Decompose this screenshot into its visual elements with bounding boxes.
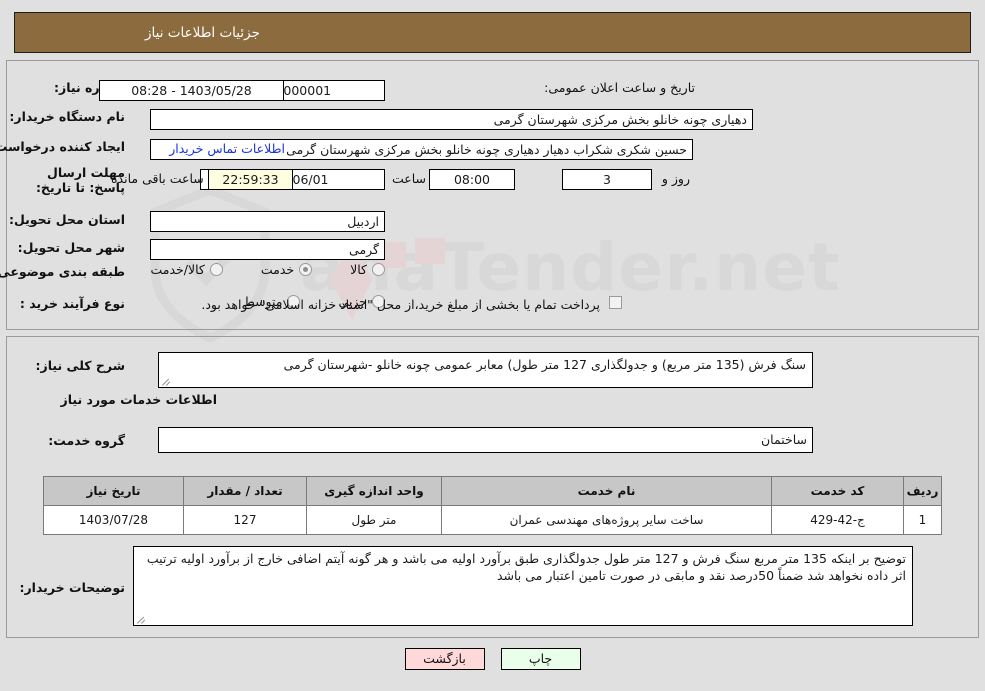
notes-resize-grip-icon[interactable] [136, 614, 146, 624]
cell-need-date: 1403/07/28 [43, 505, 184, 535]
col-row-no: ردیف [903, 476, 942, 506]
announce-datetime-label-row: تاریخ و ساعت اعلان عمومی: [544, 80, 695, 95]
col-service-name: نام خدمت [441, 476, 772, 506]
radio-kala-icon[interactable] [372, 263, 385, 276]
province-field[interactable]: اردبیل [150, 211, 385, 232]
description-value: سنگ فرش (135 متر مربع) و جدولگذاری 127 م… [283, 357, 806, 372]
resize-grip-icon[interactable] [161, 376, 171, 386]
col-quantity: تعداد / مقدار [183, 476, 307, 506]
category-option-label-2: کالا/خدمت [150, 262, 205, 277]
bottom-button-bar: چاپ بازگشت [0, 648, 985, 670]
buyer-notes-value: توضیح بر اینکه 135 متر مربع سنگ فرش و 12… [146, 551, 906, 583]
category-option-label-1: خدمت [260, 262, 295, 277]
deadline-label-row: مهلت ارسال پاسخ: تا تاریخ: [7, 165, 125, 195]
remaining-time-label: ساعت باقی مانده [111, 171, 204, 186]
announce-datetime-field[interactable]: 1403/05/28 - 08:28 [99, 80, 284, 101]
category-option-kala[interactable]: کالا [350, 262, 385, 277]
announce-datetime-label: تاریخ و ساعت اعلان عمومی: [544, 80, 695, 95]
category-label-row: طبقه بندی موضوعی: [0, 264, 125, 279]
buyer-notes-textarea[interactable]: توضیح بر اینکه 135 متر مربع سنگ فرش و 12… [133, 546, 913, 626]
col-need-date: تاریخ نیاز [43, 476, 184, 506]
province-label: استان محل تحویل: [8, 212, 125, 227]
remaining-time-field: 22:59:33 [208, 169, 293, 190]
category-radio-group: کالا خدمت کالا/خدمت [150, 262, 385, 277]
treasury-text: پرداخت تمام یا بخشی از مبلغ خرید،از محل … [201, 297, 600, 312]
services-table: ردیف کد خدمت نام خدمت واحد اندازه گیری ت… [43, 476, 942, 535]
cell-row-no: 1 [903, 505, 942, 535]
radio-khedmat-icon[interactable] [299, 263, 313, 276]
back-button[interactable]: بازگشت [404, 648, 485, 670]
description-label: شرح کلی نیاز: [35, 358, 125, 373]
category-option-khedmat[interactable]: خدمت [260, 262, 313, 277]
province-label-row: استان محل تحویل: [9, 212, 125, 227]
deadline-hour-label: ساعت [391, 171, 426, 186]
buyer-org-label-row: نام دستگاه خریدار: [9, 109, 125, 124]
buyer-org-field[interactable]: دهیاری چونه خانلو بخش مرکزی شهرستان گرمی [150, 109, 753, 130]
buyer-org-label: نام دستگاه خریدار: [9, 109, 125, 124]
remaining-days-label: روز و [661, 171, 690, 186]
description-label-row: شرح کلی نیاز: [36, 358, 125, 373]
process-label: نوع فرآیند خرید : [19, 296, 125, 311]
requester-label-row: ایجاد کننده درخواست: [0, 139, 125, 154]
category-option-kala-khedmat[interactable]: کالا/خدمت [150, 262, 223, 277]
description-textarea[interactable]: سنگ فرش (135 متر مربع) و جدولگذاری 127 م… [158, 352, 813, 388]
print-button[interactable]: چاپ [500, 648, 581, 670]
city-label-row: شهر محل تحویل: [18, 240, 125, 255]
buyer-notes-label: توضیحات خریدار: [19, 580, 125, 595]
buyer-contact-link[interactable]: اطلاعات تماس خریدار [169, 141, 285, 156]
col-unit: واحد اندازه گیری [306, 476, 442, 506]
process-label-row: نوع فرآیند خرید : [20, 296, 125, 311]
deadline-hour-field[interactable]: 08:00 [429, 169, 515, 190]
service-group-label-row: گروه خدمت: [48, 433, 125, 448]
service-group-field[interactable]: ساختمان [158, 427, 813, 453]
requester-label: ایجاد کننده درخواست: [0, 139, 125, 154]
col-service-code: کد خدمت [771, 476, 904, 506]
city-label: شهر محل تحویل: [17, 240, 125, 255]
deadline-label: مهلت ارسال پاسخ: تا تاریخ: [35, 165, 125, 195]
table-header-row: ردیف کد خدمت نام خدمت واحد اندازه گیری ت… [43, 476, 942, 506]
table-row: 1 ج-42-429 ساخت سایر پروژه‌های مهندسی عم… [43, 505, 942, 535]
radio-kala-khedmat-icon[interactable] [209, 263, 223, 276]
category-label: طبقه بندی موضوعی: [0, 264, 125, 279]
cell-service-name: ساخت سایر پروژه‌های مهندسی عمران [441, 505, 772, 535]
cell-quantity: 127 [183, 505, 307, 535]
cell-unit: متر طول [306, 505, 442, 535]
cell-service-code: ج-42-429 [771, 505, 904, 535]
services-table-wrap: ردیف کد خدمت نام خدمت واحد اندازه گیری ت… [43, 476, 942, 535]
city-field[interactable]: گرمی [150, 239, 385, 260]
services-section-title: اطلاعات خدمات مورد نیاز [60, 392, 218, 407]
treasury-checkbox[interactable] [609, 296, 622, 309]
service-group-label: گروه خدمت: [48, 433, 125, 448]
buyer-notes-label-row: توضیحات خریدار: [19, 580, 125, 595]
category-option-label-0: کالا [350, 262, 367, 277]
remaining-days-field[interactable]: 3 [562, 169, 652, 190]
